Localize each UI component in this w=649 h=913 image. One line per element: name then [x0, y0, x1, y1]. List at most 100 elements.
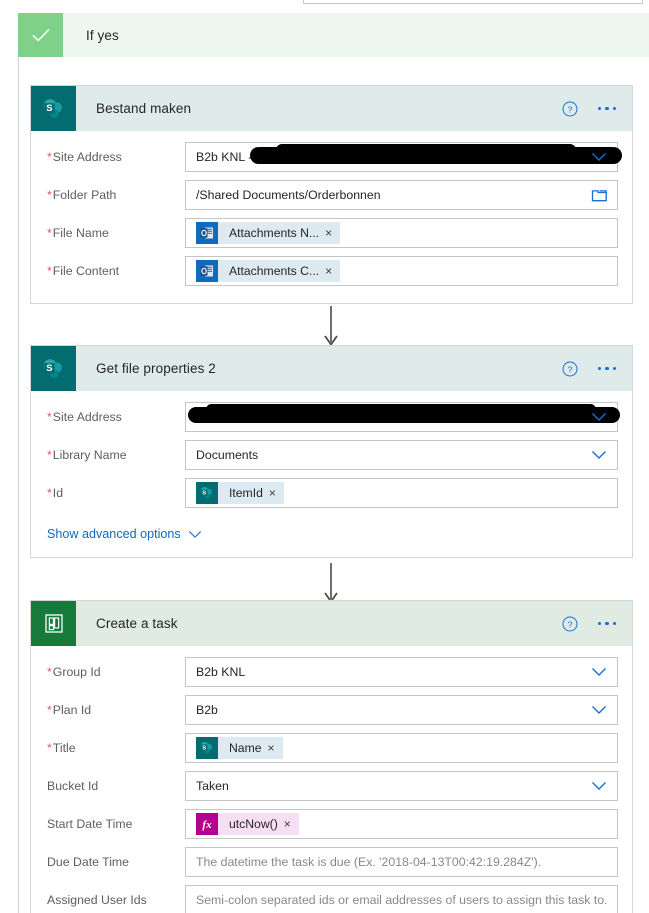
field-assigned-user-ids: Assigned User Ids Semi-colon separated i…: [45, 882, 618, 913]
ellipsis-icon[interactable]: [596, 616, 619, 632]
svg-text:?: ?: [567, 619, 572, 629]
field-file-name: *File Name Attachments N... ×: [45, 215, 618, 251]
field-site-address: *Site Address B2b KNL -: [45, 139, 622, 175]
required-marker: *: [47, 150, 52, 164]
card-header[interactable]: S Bestand maken ?: [31, 86, 632, 131]
dynamic-content-token[interactable]: Attachments C... ×: [196, 260, 341, 282]
chevron-down-icon[interactable]: [591, 781, 607, 791]
expression-token[interactable]: fx utcNow() ×: [196, 813, 299, 835]
site-address-dropdown[interactable]: B2b KNL -: [185, 142, 622, 172]
action-card-create-a-task[interactable]: Create a task ? *Group Id B2b KNL *Plan …: [30, 600, 633, 913]
svg-text:?: ?: [567, 364, 572, 374]
library-name-dropdown[interactable]: Documents: [185, 440, 618, 470]
field-due-date-time: Due Date Time The datetime the task is d…: [45, 844, 618, 880]
remove-token-icon[interactable]: ×: [324, 227, 340, 239]
remove-token-icon[interactable]: ×: [268, 487, 284, 499]
field-label: *File Content: [47, 264, 120, 278]
ellipsis-icon[interactable]: [596, 361, 619, 377]
arrow-down-icon: [324, 306, 338, 350]
field-group-id: *Group Id B2b KNL: [45, 654, 618, 690]
remove-token-icon[interactable]: ×: [324, 265, 340, 277]
svg-text:S: S: [202, 490, 206, 496]
field-value: B2b KNL -: [196, 150, 253, 164]
fx-icon: fx: [196, 813, 218, 835]
field-value: /Shared Documents/Orderbonnen: [196, 188, 381, 202]
group-id-dropdown[interactable]: B2b KNL: [185, 657, 618, 687]
chevron-down-icon[interactable]: [591, 667, 607, 677]
field-site-address: *Site Address: [45, 399, 620, 435]
field-file-content: *File Content Attachments C... ×: [45, 253, 618, 289]
card-header-actions: ?: [562, 86, 619, 131]
redaction-mark: [276, 144, 576, 156]
field-label: Due Date Time: [47, 855, 130, 869]
svg-text:fx: fx: [202, 819, 212, 831]
svg-text:?: ?: [567, 104, 572, 114]
token-label: Name: [229, 741, 262, 755]
field-label: *Plan Id: [47, 703, 92, 717]
show-advanced-options-link[interactable]: Show advanced options: [47, 527, 202, 541]
card-title: Bestand maken: [96, 101, 192, 116]
card-header[interactable]: Create a task ?: [31, 601, 632, 646]
action-card-get-file-properties-2[interactable]: S Get file properties 2 ? *Site Address: [30, 345, 633, 558]
title-input[interactable]: S Name ×: [185, 733, 618, 763]
due-date-time-input[interactable]: The datetime the task is due (Ex. '2018-…: [185, 847, 618, 877]
scope-rail: [18, 57, 19, 913]
action-card-bestand-maken[interactable]: S Bestand maken ? *Site Address B2b KNL …: [30, 85, 633, 304]
help-circle-icon[interactable]: ?: [562, 616, 578, 632]
field-placeholder: Semi-colon separated ids or email addres…: [196, 893, 608, 907]
start-date-time-input[interactable]: fx utcNow() ×: [185, 809, 618, 839]
card-header-actions: ?: [562, 601, 619, 646]
folder-path-input[interactable]: /Shared Documents/Orderbonnen: [185, 180, 618, 210]
planner-icon: [31, 601, 76, 646]
svg-text:S: S: [202, 745, 206, 751]
field-value: B2b: [196, 703, 218, 717]
chevron-down-icon[interactable]: [591, 152, 607, 162]
svg-text:S: S: [46, 363, 52, 374]
folder-icon[interactable]: [591, 188, 608, 203]
show-advanced-options-label: Show advanced options: [47, 527, 181, 541]
plan-id-dropdown[interactable]: B2b: [185, 695, 618, 725]
field-value: Taken: [196, 779, 229, 793]
file-content-input[interactable]: Attachments C... ×: [185, 256, 618, 286]
outlook-icon: [196, 222, 218, 244]
sharepoint-icon: S: [196, 482, 218, 504]
field-label: *Site Address: [47, 150, 122, 164]
assigned-user-ids-input[interactable]: Semi-colon separated ids or email addres…: [185, 885, 618, 913]
field-plan-id: *Plan Id B2b: [45, 692, 618, 728]
field-label: *Library Name: [47, 448, 127, 462]
chevron-down-icon[interactable]: [591, 450, 607, 460]
remove-token-icon[interactable]: ×: [283, 818, 299, 830]
bucket-id-dropdown[interactable]: Taken: [185, 771, 618, 801]
help-circle-icon[interactable]: ?: [562, 101, 578, 117]
field-label: *Site Address: [47, 410, 122, 424]
field-value: Documents: [196, 448, 259, 462]
dynamic-content-token[interactable]: Attachments N... ×: [196, 222, 341, 244]
token-label: Attachments N...: [229, 226, 320, 240]
field-label: Assigned User Ids: [47, 893, 147, 907]
file-name-input[interactable]: Attachments N... ×: [185, 218, 618, 248]
branch-if-yes-header[interactable]: If yes: [18, 13, 649, 57]
field-label: *File Name: [47, 226, 109, 240]
field-label: *Group Id: [47, 665, 101, 679]
previous-action-stub: [303, 0, 643, 4]
outlook-icon: [196, 260, 218, 282]
field-folder-path: *Folder Path /Shared Documents/Orderbonn…: [45, 177, 618, 213]
id-input[interactable]: S ItemId ×: [185, 478, 618, 508]
help-circle-icon[interactable]: ?: [562, 361, 578, 377]
dynamic-content-token[interactable]: S ItemId ×: [196, 482, 284, 504]
field-title: *Title S Name ×: [45, 730, 618, 766]
sharepoint-icon: S: [31, 346, 76, 391]
site-address-dropdown[interactable]: [185, 402, 620, 432]
chevron-down-icon[interactable]: [591, 412, 607, 422]
token-label: Attachments C...: [229, 264, 320, 278]
field-library-name: *Library Name Documents: [45, 437, 618, 473]
dynamic-content-token[interactable]: S Name ×: [196, 737, 283, 759]
card-body: *Group Id B2b KNL *Plan Id B2b *Title S …: [31, 646, 632, 913]
ellipsis-icon[interactable]: [596, 101, 619, 117]
card-header[interactable]: S Get file properties 2 ?: [31, 346, 632, 391]
chevron-down-icon[interactable]: [591, 705, 607, 715]
flow-designer-canvas: If yes S Bestand maken ? *Site Address B…: [0, 0, 649, 913]
remove-token-icon[interactable]: ×: [267, 742, 283, 754]
check-icon: [18, 13, 63, 57]
card-title: Create a task: [96, 616, 178, 631]
